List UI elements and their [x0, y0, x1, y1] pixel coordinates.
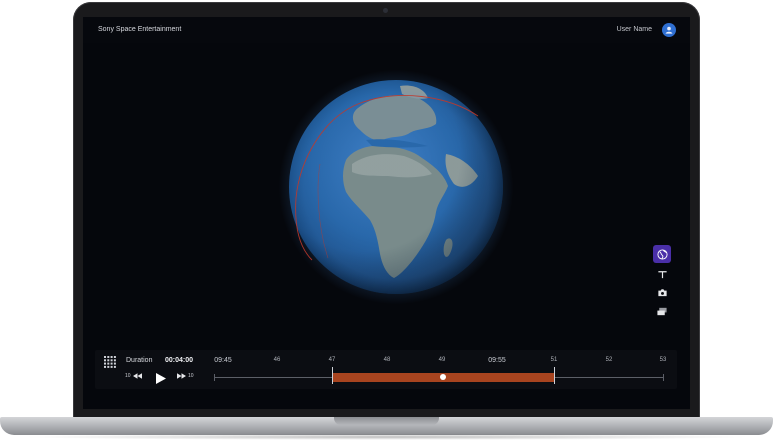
track-start-cap: [214, 374, 215, 381]
text-t-icon: [657, 270, 667, 278]
rewind-10-button[interactable]: 10: [125, 373, 142, 379]
tick-label: 52: [605, 357, 613, 363]
tick-label: 51: [550, 357, 558, 363]
earth-globe[interactable]: [278, 68, 514, 306]
duration-label: Duration: [126, 357, 153, 364]
forward-label: 10: [188, 373, 194, 379]
tick-label: 09:55: [488, 357, 506, 364]
range-start-handle[interactable]: [332, 367, 333, 384]
track-end-cap: [663, 374, 664, 381]
user-avatar-icon[interactable]: [662, 23, 676, 37]
duration-value: 00:04:00: [165, 357, 194, 364]
tick-label: 48: [383, 357, 391, 363]
fast-forward-icon: [177, 373, 186, 379]
timeline-panel: Duration 00:04:00 10 10 09:45 46 47 48 4…: [95, 350, 677, 389]
app-screen: Sony Space Entertainment User Name Durat…: [83, 17, 690, 409]
camera-icon: [657, 288, 667, 296]
user-name[interactable]: User Name: [617, 26, 652, 33]
layers-icon: [657, 307, 667, 315]
text-tool-button[interactable]: [653, 265, 671, 283]
grid-icon[interactable]: [104, 355, 116, 373]
globe-icon: [656, 248, 668, 260]
laptop-notch: [334, 417, 439, 425]
tick-label: 09:45: [214, 357, 232, 364]
tick-label: 49: [438, 357, 446, 363]
camera-tool-button[interactable]: [653, 283, 671, 301]
tick-label: 46: [273, 357, 281, 363]
orbit-path: [295, 95, 479, 261]
app-title: Sony Space Entertainment: [98, 26, 182, 33]
rewind-icon: [132, 373, 142, 379]
laptop-shadow: [20, 434, 753, 440]
layers-tool-button[interactable]: [653, 302, 671, 320]
rewind-label: 10: [125, 373, 131, 379]
play-icon: [156, 373, 166, 384]
range-end-handle[interactable]: [554, 367, 555, 384]
play-button[interactable]: [156, 371, 166, 389]
playhead-knob[interactable]: [440, 374, 446, 380]
tick-label: 47: [328, 357, 336, 363]
tick-label: 53: [659, 357, 667, 363]
globe-view-button[interactable]: [653, 245, 671, 263]
forward-10-button[interactable]: 10: [177, 373, 194, 379]
camera-dot: [383, 8, 388, 13]
